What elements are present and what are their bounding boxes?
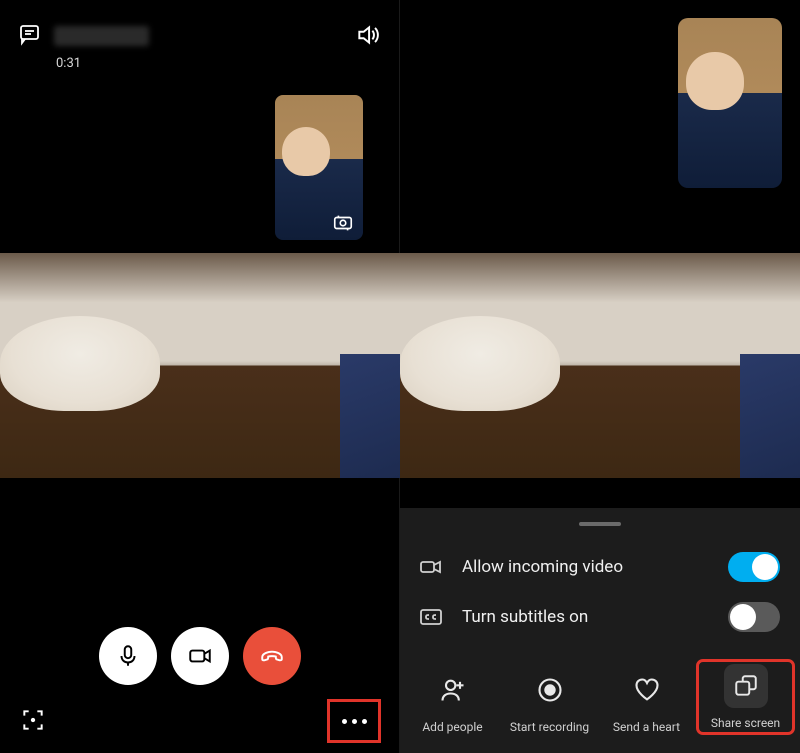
chat-icon[interactable] bbox=[18, 22, 42, 50]
contact-name-blurred bbox=[54, 26, 149, 46]
self-video-pip[interactable] bbox=[678, 18, 782, 188]
call-duration: 0:31 bbox=[56, 56, 81, 71]
allow-incoming-video-row[interactable]: Allow incoming video bbox=[400, 542, 800, 592]
speaker-icon[interactable] bbox=[355, 22, 381, 52]
turn-subtitles-on-row[interactable]: Turn subtitles on bbox=[400, 592, 800, 642]
share-screen-label: Share screen bbox=[711, 716, 780, 730]
self-video-pip[interactable] bbox=[275, 95, 363, 240]
subtitles-toggle[interactable] bbox=[728, 602, 780, 632]
fullscreen-button[interactable] bbox=[18, 705, 48, 735]
call-top-bar: 0:31 bbox=[18, 22, 381, 71]
subtitles-label: Turn subtitles on bbox=[462, 607, 712, 627]
allow-video-toggle[interactable] bbox=[728, 552, 780, 582]
sheet-drag-handle[interactable] bbox=[579, 522, 621, 526]
more-options-button[interactable] bbox=[327, 699, 381, 743]
switch-camera-icon[interactable] bbox=[330, 213, 356, 233]
allow-video-label: Allow incoming video bbox=[462, 557, 712, 577]
call-controls bbox=[99, 627, 301, 685]
share-screen-button[interactable]: Share screen bbox=[697, 660, 794, 734]
remote-video-main bbox=[0, 253, 400, 478]
options-sheet: Allow incoming video Turn subtitles on A… bbox=[400, 508, 800, 753]
end-call-button[interactable] bbox=[243, 627, 301, 685]
mute-button[interactable] bbox=[99, 627, 157, 685]
add-people-button[interactable]: Add people bbox=[406, 668, 499, 734]
call-screen-sheet-open: Allow incoming video Turn subtitles on A… bbox=[400, 0, 800, 753]
remote-video-main bbox=[400, 253, 800, 478]
send-heart-button[interactable]: Send a heart bbox=[600, 668, 693, 734]
camera-toggle-button[interactable] bbox=[171, 627, 229, 685]
call-screen-main: 0:31 bbox=[0, 0, 400, 753]
send-heart-label: Send a heart bbox=[613, 720, 680, 734]
start-recording-button[interactable]: Start recording bbox=[503, 668, 596, 734]
add-people-label: Add people bbox=[422, 720, 482, 734]
closed-captions-icon bbox=[416, 607, 446, 627]
start-recording-label: Start recording bbox=[510, 720, 589, 734]
video-camera-icon bbox=[416, 557, 446, 577]
action-row: Add people Start recording Send a heart … bbox=[400, 642, 800, 750]
